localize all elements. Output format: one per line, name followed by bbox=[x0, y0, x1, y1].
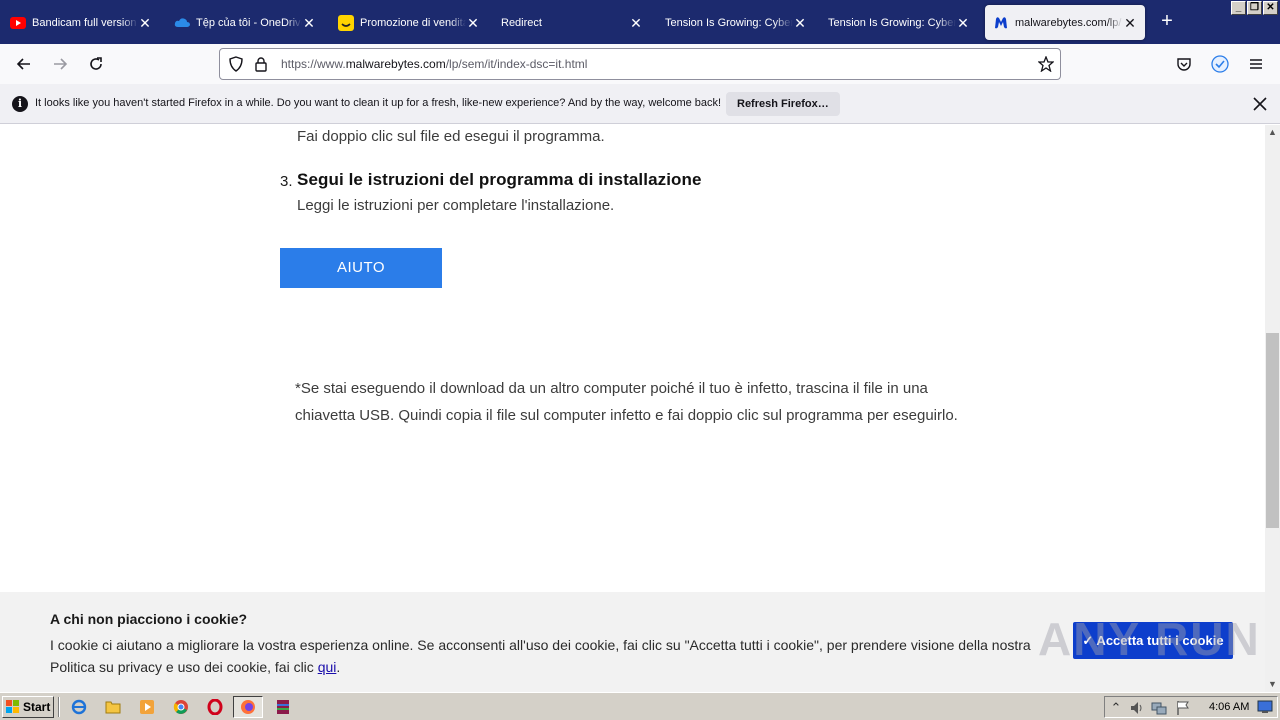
tab-title: malwarebytes.com/lp/ bbox=[1015, 16, 1122, 29]
tracking-protection-shield-icon[interactable] bbox=[228, 56, 244, 77]
help-button[interactable]: AIUTO bbox=[280, 248, 442, 288]
cookie-text-end: . bbox=[336, 659, 341, 675]
reload-icon bbox=[90, 57, 102, 70]
refresh-firefox-notification: i It looks like you haven't started Fire… bbox=[0, 84, 1280, 124]
tab-7-active[interactable]: malwarebytes.com/lp/ ✕ bbox=[985, 5, 1145, 40]
tab-title: Promozione di vendita bbox=[360, 16, 466, 29]
close-tab-icon[interactable]: ✕ bbox=[956, 16, 970, 30]
cookie-text: I cookie ci aiutano a migliorare la vost… bbox=[50, 634, 1040, 678]
check-circle-icon bbox=[1211, 55, 1229, 73]
close-tab-icon[interactable]: ✕ bbox=[629, 16, 643, 30]
tab-title: Tension Is Growing: Cyber bbox=[828, 16, 956, 29]
navigation-toolbar: https://www.malwarebytes.com/lp/sem/it/i… bbox=[0, 44, 1280, 84]
url-text[interactable]: https://www.malwarebytes.com/lp/sem/it/i… bbox=[281, 57, 587, 71]
lock-icon[interactable] bbox=[254, 56, 268, 77]
forward-arrow-icon bbox=[54, 58, 68, 70]
tab-title: Bandicam full version f bbox=[32, 16, 138, 29]
onedrive-icon bbox=[174, 15, 190, 31]
tray-expand-icon[interactable]: ⌃ bbox=[1108, 700, 1124, 716]
volume-icon[interactable] bbox=[1129, 700, 1145, 716]
cookie-text-body: I cookie ci aiutano a migliorare la vost… bbox=[50, 637, 1031, 675]
smiley-icon bbox=[338, 14, 354, 31]
back-arrow-icon bbox=[16, 58, 30, 70]
tab-3[interactable]: Promozione di vendita ✕ bbox=[330, 5, 488, 40]
step-3-description: Leggi le istruzioni per completare l'ins… bbox=[297, 197, 615, 214]
step-3-number: 3. bbox=[280, 173, 293, 190]
tab-4[interactable]: Redirect ✕ bbox=[493, 5, 651, 40]
url-domain: malwarebytes.com bbox=[345, 57, 446, 71]
taskbar-separator bbox=[58, 697, 60, 717]
youtube-icon bbox=[10, 15, 26, 31]
opera-icon[interactable] bbox=[200, 696, 230, 718]
internet-explorer-icon[interactable] bbox=[64, 696, 94, 718]
cookie-banner: A chi non piacciono i cookie? I cookie c… bbox=[0, 592, 1265, 692]
scroll-down-arrow-icon[interactable]: ▼ bbox=[1265, 677, 1280, 692]
malwarebytes-icon bbox=[993, 15, 1009, 31]
tab-6[interactable]: Tension Is Growing: Cyber ✕ bbox=[820, 5, 978, 40]
new-tab-button[interactable]: + bbox=[1156, 10, 1178, 32]
firefox-taskbar-icon[interactable] bbox=[233, 696, 263, 718]
address-bar[interactable]: https://www.malwarebytes.com/lp/sem/it/i… bbox=[219, 48, 1061, 80]
tab-title: Tệp của tôi - OneDrive bbox=[196, 16, 302, 29]
clock[interactable]: 4:06 AM bbox=[1209, 701, 1249, 713]
forward-button[interactable] bbox=[46, 50, 74, 78]
scroll-up-arrow-icon[interactable]: ▲ bbox=[1265, 125, 1280, 140]
start-label: Start bbox=[23, 700, 51, 714]
page-scrollbar[interactable]: ▲ ▼ bbox=[1265, 125, 1280, 692]
start-button[interactable]: Start bbox=[2, 696, 54, 718]
app-menu-button[interactable] bbox=[1242, 50, 1270, 78]
close-tab-icon[interactable]: ✕ bbox=[466, 16, 480, 30]
reload-button[interactable] bbox=[82, 50, 110, 78]
accept-all-cookies-button[interactable]: ✓ Accetta tutti i cookie bbox=[1073, 622, 1233, 659]
step-3-title: Segui le istruzioni del programma di ins… bbox=[297, 170, 702, 189]
notification-message: It looks like you haven't started Firefo… bbox=[35, 97, 722, 109]
step-2-description: Fai doppio clic sul file ed esegui il pr… bbox=[297, 128, 605, 145]
tab-strip: Bandicam full version f ✕ Tệp của tôi - … bbox=[0, 0, 1280, 44]
pocket-icon bbox=[1177, 58, 1191, 71]
tab-5[interactable]: Tension Is Growing: Cyber ✕ bbox=[657, 5, 815, 40]
media-player-icon[interactable] bbox=[132, 696, 162, 718]
hamburger-menu-icon bbox=[1250, 59, 1262, 69]
cookie-policy-link[interactable]: qui bbox=[318, 659, 337, 675]
pocket-button[interactable] bbox=[1170, 50, 1198, 78]
tab-title: Tension Is Growing: Cyber bbox=[665, 16, 793, 29]
system-tray: ⌃ 4:06 AM bbox=[1104, 696, 1278, 718]
close-tab-icon[interactable]: ✕ bbox=[1123, 16, 1137, 30]
account-sync-button[interactable] bbox=[1206, 50, 1234, 78]
window-controls: _ ❐ ✕ bbox=[1231, 1, 1278, 15]
chrome-icon[interactable] bbox=[166, 696, 196, 718]
close-window-button[interactable]: ✕ bbox=[1263, 1, 1278, 15]
windows-taskbar: Start ⌃ 4:06 AM bbox=[0, 692, 1280, 720]
windows-logo-icon bbox=[6, 700, 19, 713]
close-notification-icon[interactable] bbox=[1250, 94, 1270, 114]
network-icon[interactable] bbox=[1151, 700, 1167, 716]
usb-download-note: *Se stai eseguendo il download da un alt… bbox=[295, 380, 958, 424]
back-button[interactable] bbox=[10, 50, 38, 78]
close-tab-icon[interactable]: ✕ bbox=[138, 16, 152, 30]
winrar-icon[interactable] bbox=[268, 696, 298, 718]
file-explorer-icon[interactable] bbox=[98, 696, 128, 718]
refresh-firefox-button[interactable]: Refresh Firefox… bbox=[726, 92, 840, 116]
restore-button[interactable]: ❐ bbox=[1247, 1, 1262, 15]
show-desktop-icon[interactable] bbox=[1257, 700, 1273, 716]
info-icon: i bbox=[12, 96, 28, 112]
tab-2[interactable]: Tệp của tôi - OneDrive ✕ bbox=[166, 5, 324, 40]
scrollbar-thumb[interactable] bbox=[1266, 333, 1279, 528]
tab-1[interactable]: Bandicam full version f ✕ bbox=[2, 5, 160, 40]
cookie-title: A chi non piacciono i cookie? bbox=[50, 611, 248, 627]
close-tab-icon[interactable]: ✕ bbox=[302, 16, 316, 30]
url-path: /lp/sem/it/index-dsc=it.html bbox=[445, 57, 588, 71]
bookmark-star-icon[interactable] bbox=[1037, 55, 1055, 77]
tab-title: Redirect bbox=[501, 16, 542, 29]
action-center-flag-icon[interactable] bbox=[1175, 700, 1191, 716]
minimize-button[interactable]: _ bbox=[1231, 1, 1246, 15]
url-prefix: https://www. bbox=[281, 57, 346, 71]
close-tab-icon[interactable]: ✕ bbox=[793, 16, 807, 30]
